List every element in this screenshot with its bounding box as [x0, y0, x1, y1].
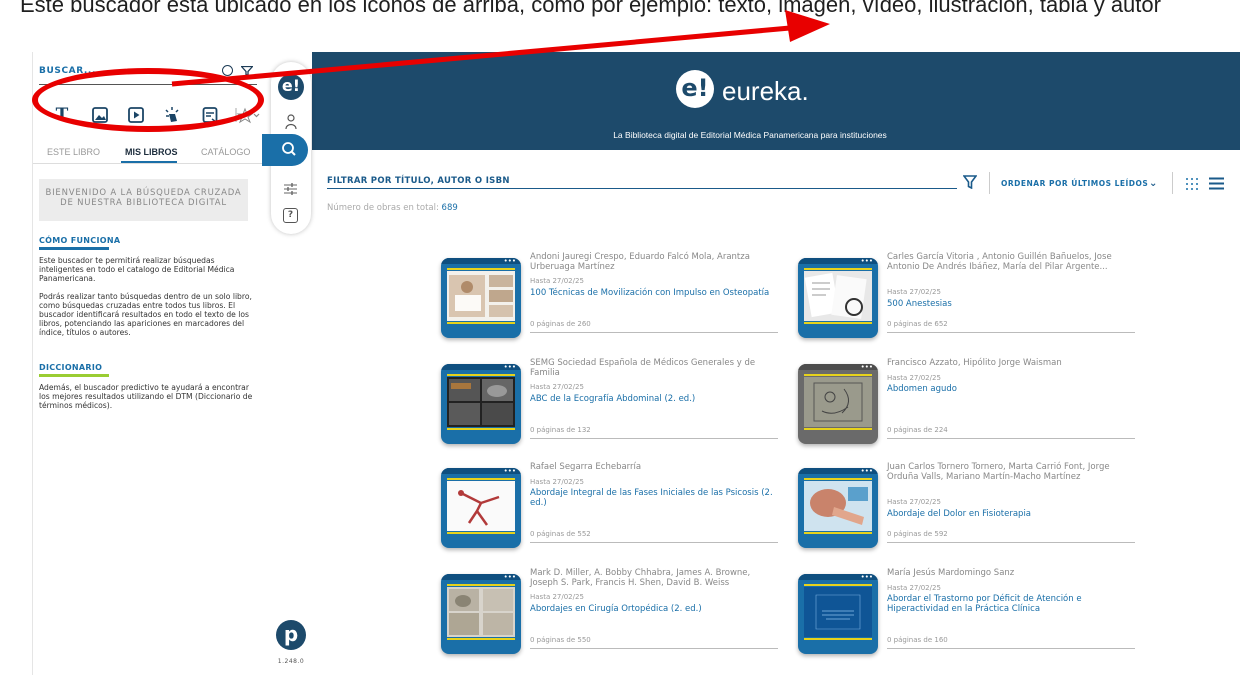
screen: Este buscador está ubicado en los iconos…: [0, 0, 1240, 675]
annotation-arrow-icon: [171, 10, 830, 87]
